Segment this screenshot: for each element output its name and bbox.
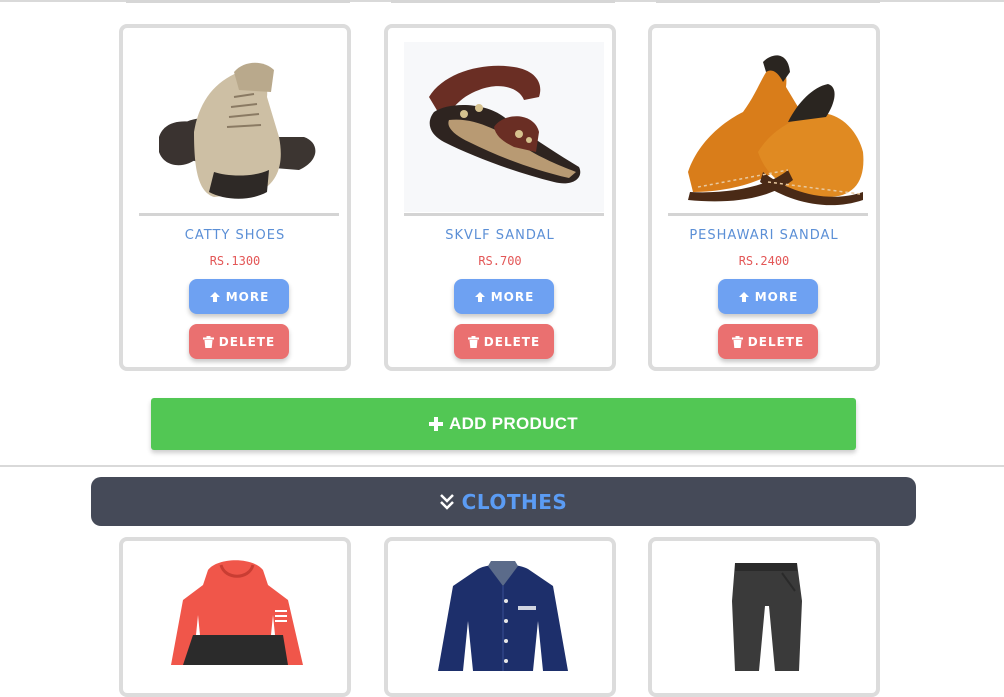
arrow-up-icon: [738, 291, 749, 302]
product-image: [163, 555, 313, 665]
product-name: CATTY SHOES: [184, 228, 286, 243]
delete-label: DELETE: [483, 334, 541, 349]
product-image: [139, 42, 339, 212]
more-button[interactable]: MORE: [718, 279, 818, 314]
product-name: PESHAWARI SANDAL: [689, 228, 839, 243]
product-price: RS.700: [478, 254, 522, 268]
card-divider: [668, 213, 868, 216]
delete-button[interactable]: DELETE: [189, 324, 289, 359]
more-button[interactable]: MORE: [454, 279, 554, 314]
product-card: CATTY SHOES RS.1300 MORE DELETE: [119, 24, 351, 371]
product-image: [404, 42, 604, 212]
delete-label: DELETE: [747, 334, 805, 349]
product-price: RS.1300: [209, 254, 261, 268]
more-label: MORE: [754, 289, 799, 304]
trash-icon: [731, 335, 743, 348]
prev-card-edge: [126, 0, 350, 3]
arrow-up-icon: [474, 291, 485, 302]
product-card: [384, 537, 616, 697]
product-price: RS.2400: [738, 254, 790, 268]
add-product-button[interactable]: ADD PRODUCT: [151, 398, 856, 450]
product-image: [433, 561, 573, 671]
chevron-double-down-icon: [439, 493, 454, 510]
arrow-up-icon: [209, 291, 220, 302]
product-image: [668, 42, 868, 212]
more-label: MORE: [225, 289, 270, 304]
product-card: SKVLF SANDAL RS.700 MORE DELETE: [384, 24, 616, 371]
more-label: MORE: [490, 289, 535, 304]
delete-label: DELETE: [218, 334, 276, 349]
prev-card-edge: [656, 0, 880, 3]
product-image: [727, 561, 807, 671]
add-product-label: ADD PRODUCT: [449, 414, 578, 433]
more-button[interactable]: MORE: [189, 279, 289, 314]
product-card: PESHAWARI SANDAL RS.2400 MORE DELETE: [648, 24, 880, 371]
trash-icon: [202, 335, 214, 348]
delete-button[interactable]: DELETE: [718, 324, 818, 359]
card-divider: [404, 213, 604, 216]
section-divider: [0, 465, 1004, 467]
card-divider: [139, 213, 339, 216]
category-header-clothes[interactable]: CLOTHES: [91, 477, 916, 526]
product-card: [648, 537, 880, 697]
product-card: [119, 537, 351, 697]
prev-card-edge: [391, 0, 615, 3]
product-name: SKVLF SANDAL: [445, 228, 555, 243]
delete-button[interactable]: DELETE: [454, 324, 554, 359]
category-label: CLOTHES: [461, 489, 568, 514]
trash-icon: [467, 335, 479, 348]
plus-icon: [429, 417, 444, 431]
